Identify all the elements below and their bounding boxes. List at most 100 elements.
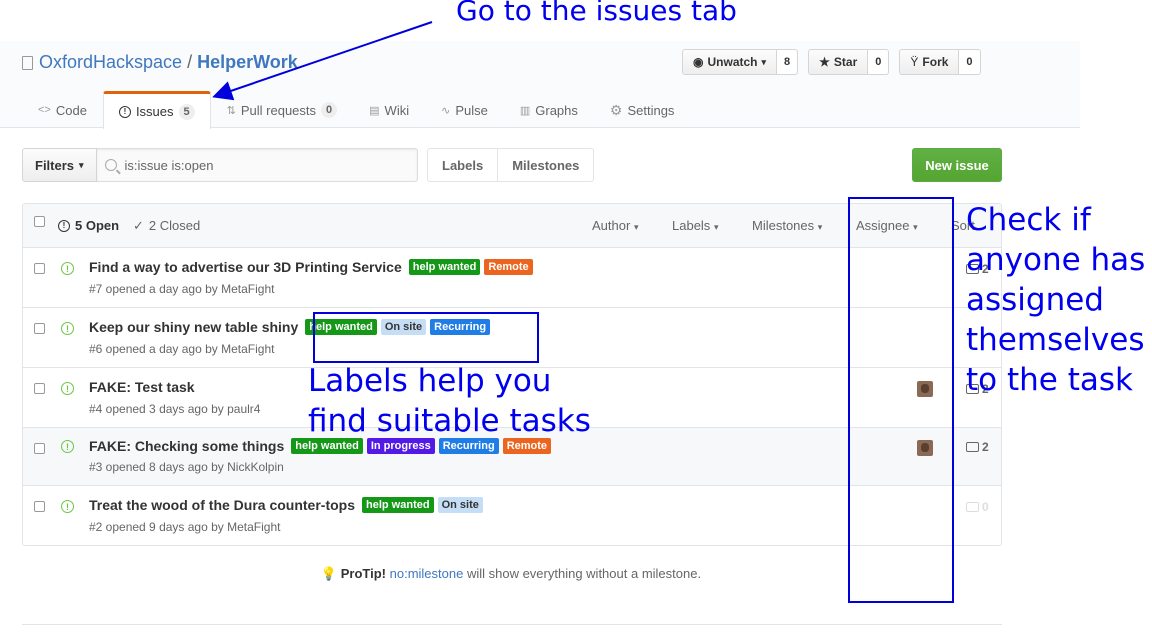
issue-title-link[interactable]: Find a way to advertise our 3D Printing … <box>89 259 402 275</box>
search-query: is:issue is:open <box>124 157 214 173</box>
issue-title-link[interactable]: FAKE: Checking some things <box>89 438 284 454</box>
labels-milestones-group: Labels Milestones <box>427 148 595 182</box>
pulse-icon: ∿ <box>441 104 451 117</box>
issue-title-line: Treat the wood of the Dura counter-tops … <box>89 497 483 513</box>
issue-opened-icon: ! <box>61 440 74 453</box>
unwatch-button[interactable]: ◉ Unwatch ▾ <box>682 49 778 75</box>
annotation-assignee-line: themselves <box>966 322 1145 358</box>
tab-code[interactable]: <> Code <box>22 91 103 128</box>
fork-icon: Ÿ <box>910 55 919 69</box>
issue-meta: #3 opened 8 days ago by NickKolpin <box>89 460 284 474</box>
issue-filters: Filters ▾ is:issue is:open <box>22 148 418 182</box>
issue-opened-icon: ! <box>118 105 131 118</box>
protip-text: will show everything without a milestone… <box>463 566 702 581</box>
label-badge[interactable]: help wanted <box>362 497 434 513</box>
comment-count: 2 <box>982 440 989 454</box>
caret-down-icon: ▾ <box>633 222 639 232</box>
tab-pulls-label: Pull requests <box>240 102 317 118</box>
comments-link[interactable]: 0 <box>966 500 989 514</box>
forks-count[interactable]: 0 <box>959 49 981 75</box>
filters-label: Filters <box>35 157 75 173</box>
repo-owner-link[interactable]: OxfordHackspace <box>39 52 182 73</box>
label-badge[interactable]: Remote <box>484 259 533 275</box>
closed-count-label: 2 Closed <box>148 218 201 233</box>
fork-group: Ÿ Fork 0 <box>899 49 981 75</box>
label-badge[interactable]: On site <box>437 497 483 513</box>
issue-opened-icon: ! <box>61 382 74 395</box>
issue-checkbox[interactable] <box>34 383 45 394</box>
labels-filter-label: Labels <box>672 218 711 233</box>
code-icon: <> <box>38 104 51 116</box>
stars-count[interactable]: 0 <box>868 49 890 75</box>
issue-opened-icon: ! <box>61 262 74 275</box>
tab-pulse[interactable]: ∿ Pulse <box>425 91 504 128</box>
issue-opened-icon: ! <box>58 219 70 232</box>
milestones-filter[interactable]: Milestones ▾ <box>752 218 822 233</box>
annotation-assignee-line: to the task <box>966 362 1133 398</box>
issue-title-link[interactable]: Treat the wood of the Dura counter-tops <box>89 497 355 513</box>
issue-opened-icon: ! <box>61 500 74 513</box>
annotation-assignee: Check if anyone has assigned themselves … <box>966 200 1145 400</box>
star-button[interactable]: ★ Star <box>808 49 869 75</box>
comment-icon <box>966 442 979 452</box>
labels-link[interactable]: Labels <box>427 148 499 182</box>
no-milestone-link[interactable]: no:milestone <box>390 566 464 581</box>
label-badge[interactable]: help wanted <box>408 259 481 275</box>
author-filter[interactable]: Author ▾ <box>592 218 638 233</box>
light-bulb-icon: 💡 <box>320 566 338 581</box>
check-icon: ✓ <box>133 217 144 233</box>
milestones-filter-label: Milestones <box>752 218 815 233</box>
book-icon: ▤ <box>369 104 380 117</box>
select-all-checkbox[interactable] <box>34 216 45 227</box>
issue-checkbox[interactable] <box>34 443 45 454</box>
issue-title-link[interactable]: Keep our shiny new table shiny <box>89 319 298 335</box>
open-issues-filter[interactable]: ! 5 Open <box>58 218 119 233</box>
annotation-labels-box <box>313 312 539 363</box>
repo-nav: <> Code ! Issues 5 ⇅ Pull requests 0 ▤ W… <box>22 91 691 129</box>
watch-group: ◉ Unwatch ▾ 8 <box>682 49 799 75</box>
tab-graphs[interactable]: ▥ Graphs <box>504 91 594 128</box>
tab-settings-label: Settings <box>627 102 675 118</box>
tab-settings[interactable]: ⚙ Settings <box>594 91 691 128</box>
issues-counter: 5 <box>178 103 195 120</box>
issue-title-line: FAKE: Test task <box>89 379 198 395</box>
open-count-label: 5 Open <box>75 218 120 233</box>
tab-issues[interactable]: ! Issues 5 <box>102 91 211 129</box>
labels-filter[interactable]: Labels ▾ <box>672 218 718 233</box>
comments-link[interactable]: 2 <box>966 440 989 454</box>
caret-down-icon: ▾ <box>79 159 84 170</box>
annotation-assignee-line: assigned <box>966 282 1104 318</box>
tab-wiki[interactable]: ▤ Wiki <box>353 91 425 128</box>
star-icon: ★ <box>819 55 830 69</box>
issue-title-link[interactable]: FAKE: Test task <box>89 379 195 395</box>
watchers-count[interactable]: 8 <box>777 49 799 75</box>
search-input[interactable]: is:issue is:open <box>96 148 418 182</box>
annotation-assignee-line: Check if <box>966 202 1091 238</box>
issue-checkbox[interactable] <box>34 323 45 334</box>
annotation-assignee-box <box>848 197 954 603</box>
tab-pull-requests[interactable]: ⇅ Pull requests 0 <box>211 91 354 128</box>
repo-title: OxfordHackspace / HelperWork <box>22 52 298 73</box>
issue-meta: #6 opened a day ago by MetaFight <box>89 342 275 356</box>
filters-button[interactable]: Filters ▾ <box>22 148 97 182</box>
gear-icon: ⚙ <box>609 101 623 118</box>
search-icon <box>104 159 117 171</box>
closed-issues-filter[interactable]: ✓ 2 Closed <box>133 218 200 234</box>
graph-icon: ▥ <box>519 104 531 117</box>
repo-separator: / <box>187 52 193 72</box>
issue-meta: #4 opened 3 days ago by paulr4 <box>89 402 261 416</box>
fork-button[interactable]: Ÿ Fork <box>899 49 960 75</box>
tab-code-label: Code <box>55 102 87 118</box>
milestones-link[interactable]: Milestones <box>498 148 595 182</box>
tab-issues-label: Issues <box>135 104 174 119</box>
repo-name-link[interactable]: HelperWork <box>197 52 298 73</box>
eye-icon: ◉ <box>693 55 704 69</box>
star-group: ★ Star 0 <box>808 49 890 75</box>
annotation-labels-line: find suitable tasks <box>308 403 591 439</box>
divider <box>22 624 1002 625</box>
issue-checkbox[interactable] <box>34 263 45 274</box>
tab-wiki-label: Wiki <box>384 102 410 118</box>
new-issue-button[interactable]: New issue <box>912 148 1002 182</box>
pulls-counter: 0 <box>321 102 338 118</box>
issue-checkbox[interactable] <box>34 501 45 512</box>
